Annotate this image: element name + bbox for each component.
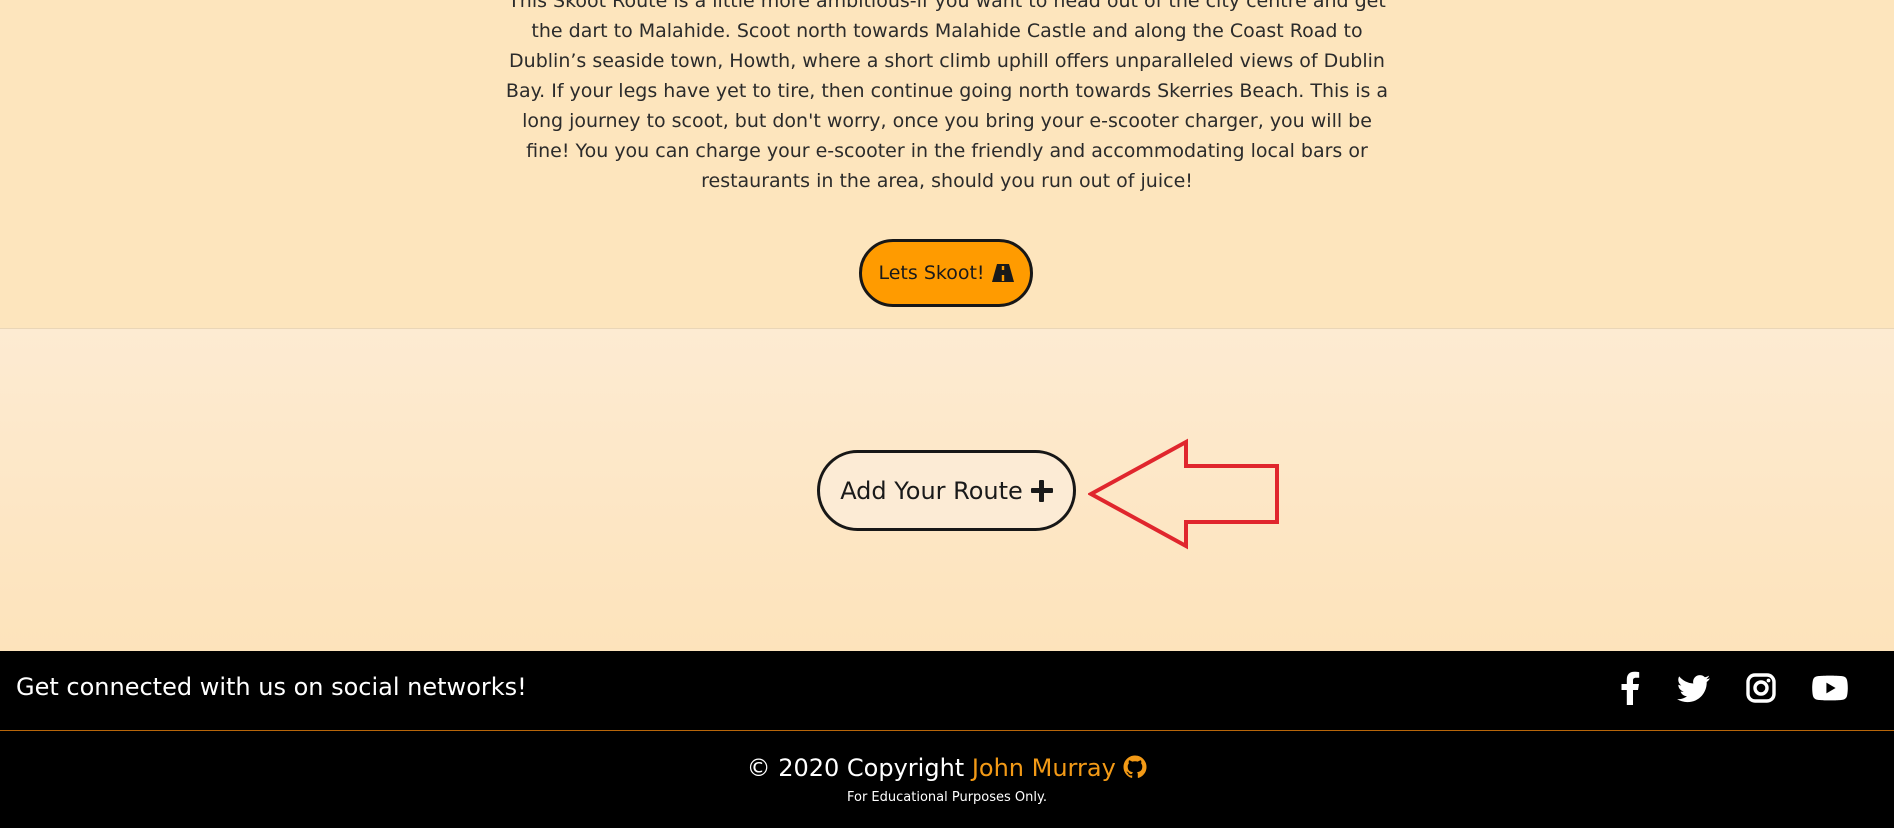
red-arrow-annotation (1088, 438, 1279, 550)
copyright-footer: © 2020 Copyright John Murray For Educati… (0, 731, 1894, 828)
add-your-route-label: Add Your Route (840, 476, 1023, 505)
plus-icon (1030, 479, 1053, 502)
copyright-line: © 2020 Copyright John Murray (0, 754, 1894, 782)
copyright-text: © 2020 Copyright (746, 754, 965, 782)
github-icon (1123, 755, 1147, 778)
lets-skoot-button[interactable]: Lets Skoot! (859, 239, 1033, 307)
road-icon (991, 264, 1014, 282)
author-link[interactable]: John Murray (972, 754, 1148, 782)
route-section: This Skoot Route is a little more ambiti… (0, 0, 1894, 329)
twitter-icon[interactable] (1677, 671, 1711, 705)
author-name: John Murray (971, 754, 1116, 782)
instagram-icon[interactable] (1746, 671, 1776, 705)
add-your-route-button[interactable]: Add Your Route (817, 450, 1076, 531)
youtube-icon[interactable] (1812, 671, 1848, 705)
educational-note: For Educational Purposes Only. (846, 790, 1047, 805)
lets-skoot-label: Lets Skoot! (878, 262, 985, 284)
social-bar: Get connected with us on social networks… (0, 651, 1894, 731)
social-heading: Get connected with us on social networks… (16, 673, 527, 701)
facebook-icon[interactable] (1620, 671, 1640, 705)
route-description: This Skoot Route is a little more ambiti… (505, 0, 1389, 192)
